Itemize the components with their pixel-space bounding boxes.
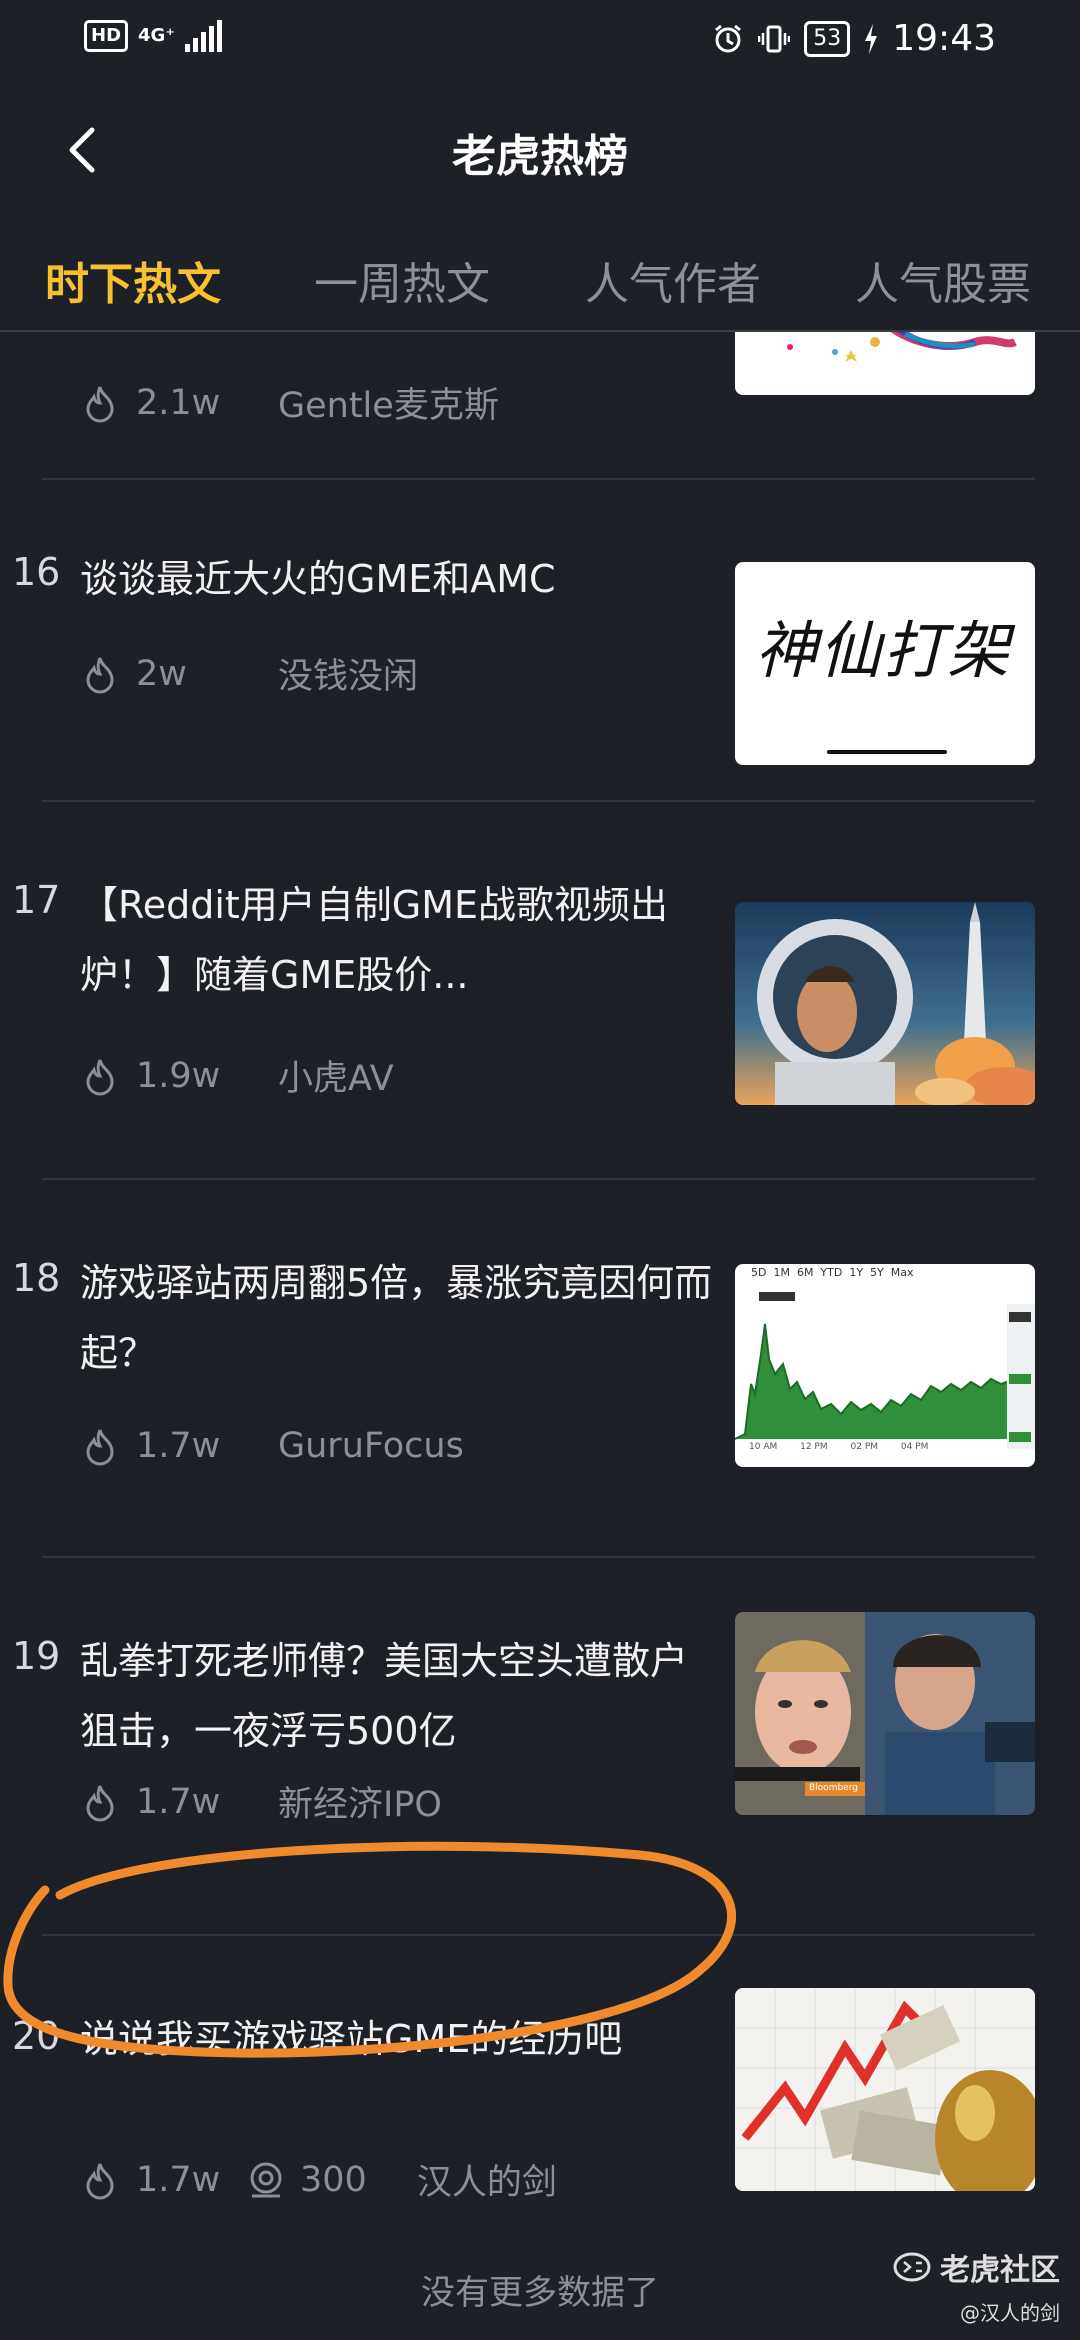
money-egg-image — [735, 1988, 1035, 2191]
divider — [42, 478, 1035, 480]
list-item[interactable]: 16 谈谈最近大火的GME和AMC 2w 没钱没闲 神仙打架 — [0, 532, 1080, 802]
rank-number: 19 — [12, 1634, 61, 1678]
status-bar: HD 4G⁺ 53 19:43 — [0, 0, 1080, 80]
hd-badge: HD — [84, 20, 129, 52]
list-item[interactable]: 20 说说我买游戏驿站GME的经历吧 1.7w 300 汉人的剑 — [0, 1988, 1080, 2232]
comment-icon — [250, 2162, 282, 2197]
article-thumbnail[interactable]: Bloomberg — [735, 1612, 1035, 1815]
tab-weekly-hot[interactable]: 一周热文 — [314, 248, 490, 312]
stock-chart-image — [735, 1292, 1035, 1449]
article-title[interactable]: 游戏驿站两周翻5倍，暴涨究竟因何而起？ — [80, 1248, 720, 1388]
article-title[interactable]: 谈谈最近大火的GME和AMC — [80, 544, 720, 614]
tiger-logo-icon — [893, 2252, 931, 2282]
author-name[interactable]: 汉人的剑 — [417, 2154, 557, 2205]
battery-level: 53 — [804, 20, 851, 57]
author-name[interactable]: 新经济IPO — [278, 1776, 442, 1827]
flame-icon — [86, 1055, 114, 1095]
page-title: 老虎热榜 — [452, 131, 628, 182]
status-right: 53 19:43 — [712, 18, 996, 59]
rank-number: 17 — [12, 878, 61, 922]
divider — [42, 1934, 1035, 1936]
heat-count: 1.7w — [136, 1426, 221, 1466]
bloomberg-label: Bloomberg — [809, 1783, 858, 1793]
author-name[interactable]: Gentle麦克斯 — [278, 377, 499, 428]
alarm-icon — [715, 24, 742, 52]
charging-icon — [865, 23, 878, 54]
article-title[interactable]: 【Reddit用户自制GME战歌视频出炉！】随着GME股价... — [80, 870, 720, 1010]
item-meta: 1.9w 小虎AV — [80, 1050, 394, 1101]
item-meta: 1.7w 300 汉人的剑 — [80, 2154, 557, 2205]
divider — [42, 1178, 1035, 1180]
vibrate-icon — [758, 25, 791, 52]
heat-count: 2w — [136, 653, 187, 694]
handwriting-text: 神仙打架 — [755, 614, 1012, 687]
comment-group[interactable]: 300 — [246, 2160, 367, 2200]
rank-number: 20 — [12, 2014, 61, 2058]
signal-icon — [184, 20, 222, 52]
heat-count: 1.7w — [136, 1781, 221, 1822]
status-left: HD 4G⁺ — [84, 20, 222, 52]
article-thumbnail[interactable] — [735, 902, 1035, 1105]
author-name[interactable]: GuruFocus — [278, 1426, 464, 1466]
article-title[interactable]: 乱拳打死老师傅？美国大空头遭散户狙击，一夜浮亏500亿 — [80, 1626, 720, 1766]
app-header: 老虎热榜 — [0, 100, 1080, 200]
list-item[interactable]: 2.1w Gentle麦克斯 — [0, 332, 1080, 480]
author-name[interactable]: 没钱没闲 — [278, 648, 418, 699]
divider — [42, 800, 1035, 802]
item-meta: 2w 没钱没闲 — [80, 648, 418, 699]
flame-icon — [86, 382, 114, 422]
list-item[interactable]: 17 【Reddit用户自制GME战歌视频出炉！】随着GME股价... 1.9w… — [0, 860, 1080, 1180]
tab-popular-authors[interactable]: 人气作者 — [585, 248, 761, 312]
chart-x-labels: 10 AM 12 PM 02 PM 04 PM — [749, 1442, 929, 1452]
flame-icon — [86, 1781, 114, 1821]
network-type: 4G⁺ — [138, 25, 175, 46]
article-thumbnail[interactable] — [735, 332, 1035, 395]
item-meta: 1.7w GuruFocus — [80, 1426, 464, 1466]
heat-count: 1.9w — [136, 1055, 221, 1096]
tab-popular-stocks[interactable]: 人气股票 — [855, 248, 1031, 312]
article-list: 2.1w Gentle麦克斯 16 谈谈最近大火的GME和AMC 2w 没钱没闲 — [0, 332, 1080, 2232]
article-thumbnail[interactable]: 神仙打架 — [735, 562, 1035, 765]
flame-icon — [86, 1426, 114, 1466]
rank-number: 16 — [12, 550, 61, 594]
article-thumbnail[interactable] — [735, 1988, 1035, 2191]
flame-icon — [86, 653, 114, 693]
two-people-image — [735, 1612, 1035, 1815]
divider — [42, 1556, 1035, 1558]
item-meta: 1.7w 新经济IPO — [80, 1776, 442, 1827]
home-indicator — [827, 750, 947, 754]
article-thumbnail[interactable]: 5D 1M 6M YTD 1Y 5Y Max 10 AM 12 PM 02 PM… — [735, 1264, 1035, 1467]
flame-icon — [86, 2159, 114, 2199]
clock: 19:43 — [892, 18, 996, 59]
watermark: 老虎社区 @汉人的剑 — [892, 2245, 1060, 2326]
author-name[interactable]: 小虎AV — [278, 1050, 394, 1101]
astronaut-image — [735, 902, 1035, 1105]
rank-number: 18 — [12, 1256, 61, 1300]
comment-count: 300 — [300, 2159, 367, 2200]
heat-count: 1.7w — [136, 2159, 221, 2200]
list-item[interactable]: 19 乱拳打死老师傅？美国大空头遭散户狙击，一夜浮亏500亿 1.7w 新经济I… — [0, 1612, 1080, 1936]
article-title[interactable]: 说说我买游戏驿站GME的经历吧 — [80, 2004, 720, 2074]
heat-count: 2.1w — [136, 382, 221, 423]
tab-trending-now[interactable]: 时下热文 — [45, 248, 221, 312]
watermark-brand: 老虎社区 — [940, 2253, 1060, 2288]
watermark-user: @汉人的剑 — [960, 2301, 1060, 2325]
tab-bar: 时下热文 一周热文 人气作者 人气股票 — [0, 230, 1080, 332]
item-meta: 2.1w Gentle麦克斯 — [80, 377, 499, 428]
list-item[interactable]: 18 游戏驿站两周翻5倍，暴涨究竟因何而起？ 1.7w GuruFocus 5D… — [0, 1238, 1080, 1558]
